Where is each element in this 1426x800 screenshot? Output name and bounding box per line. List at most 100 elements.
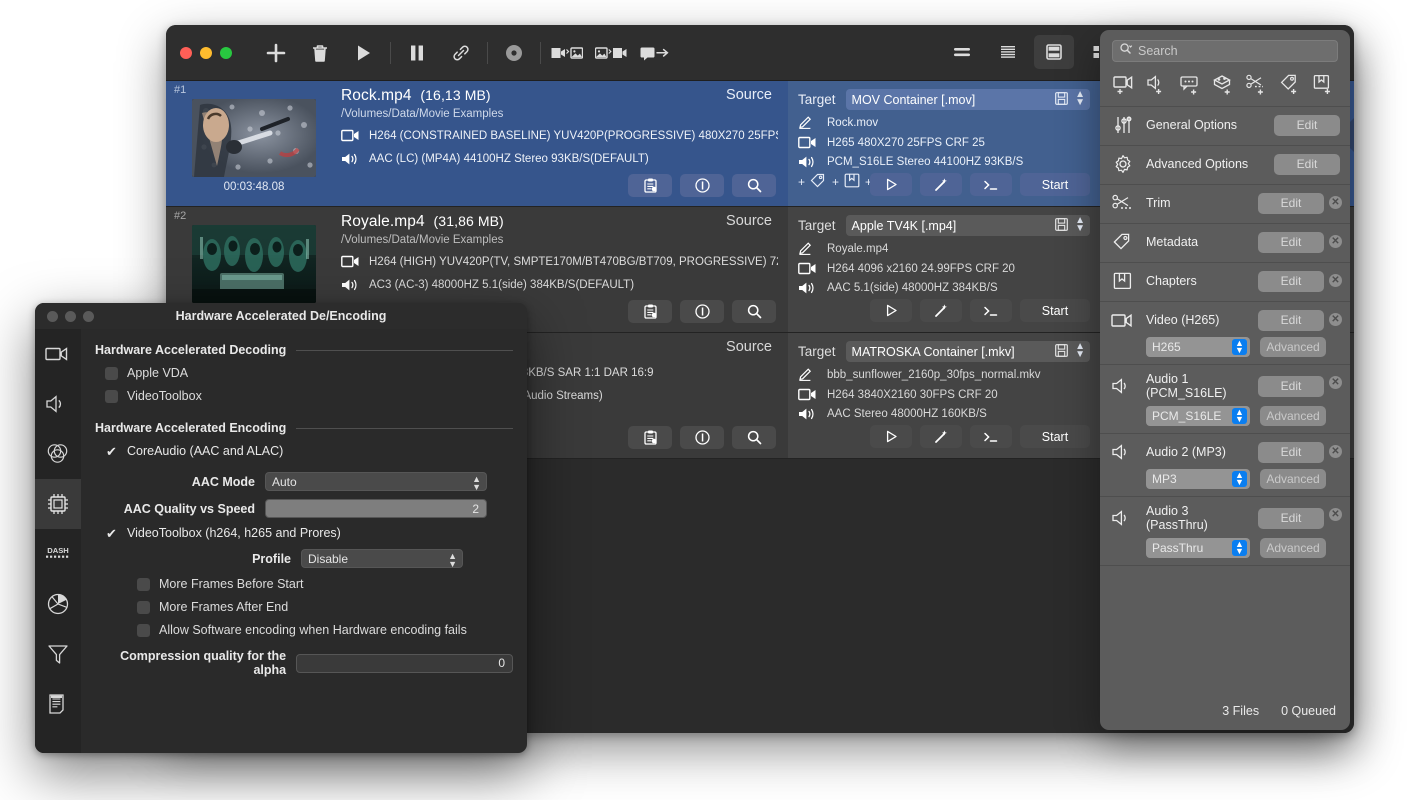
sidebar-item-audio-2[interactable]: Audio 2 (MP3) Edit ✕ MP3 ▲ ▼ Advanced: [1100, 433, 1350, 496]
allow-software-fallback-row[interactable]: Allow Software encoding when Hardware en…: [137, 623, 513, 637]
edit-button[interactable]: Edit: [1258, 231, 1324, 253]
terminal-button[interactable]: [970, 299, 1012, 322]
advanced-button[interactable]: Advanced: [1260, 337, 1326, 357]
preview-button[interactable]: [870, 299, 912, 322]
pie-icon[interactable]: [35, 579, 81, 629]
search-button[interactable]: [732, 174, 776, 197]
wand-button[interactable]: [920, 173, 962, 196]
window-controls[interactable]: [180, 46, 232, 59]
image-to-video-button[interactable]: [589, 35, 633, 71]
record-button[interactable]: [492, 35, 536, 71]
search-button[interactable]: [732, 300, 776, 323]
add-video-icon[interactable]: [1112, 72, 1138, 98]
clipboard-button[interactable]: [628, 426, 672, 449]
subtitle-export-button[interactable]: [633, 35, 677, 71]
sidebar-item-trim[interactable]: Trim Edit ✕: [1100, 184, 1350, 223]
preview-button[interactable]: [870, 425, 912, 448]
info-button[interactable]: [680, 174, 724, 197]
sidebar-item-audio-3[interactable]: Audio 3 (PassThru) Edit ✕ PassThru ▲ ▼ Ad…: [1100, 496, 1350, 565]
apple-vda-checkbox-row[interactable]: Apple VDA: [105, 366, 513, 380]
sidebar-item-chapters[interactable]: Chapters Edit ✕: [1100, 262, 1350, 301]
close-icon[interactable]: ✕: [1329, 196, 1342, 209]
advanced-button[interactable]: Advanced: [1260, 469, 1326, 489]
more-frames-before-row[interactable]: More Frames Before Start: [137, 577, 513, 591]
view-compact-button[interactable]: [942, 35, 982, 69]
sidebar-item-audio-1[interactable]: Audio 1 (PCM_S16LE) Edit ✕ PCM_S16LE ▲ ▼ …: [1100, 364, 1350, 433]
play-button[interactable]: [342, 35, 386, 71]
log-icon[interactable]: [35, 679, 81, 729]
stepper-icon[interactable]: ▲ ▼: [1232, 339, 1247, 355]
terminal-button[interactable]: [970, 173, 1012, 196]
clipboard-button[interactable]: [628, 174, 672, 197]
save-icon[interactable]: [1055, 92, 1068, 110]
edit-button[interactable]: Edit: [1258, 375, 1324, 397]
stepper-icon[interactable]: ▲ ▼: [1232, 540, 1247, 556]
checkbox[interactable]: [105, 366, 118, 380]
advanced-button[interactable]: Advanced: [1260, 406, 1326, 426]
audio-icon[interactable]: [35, 379, 81, 429]
checkbox[interactable]: [105, 389, 118, 403]
view-detail-button[interactable]: [1034, 35, 1074, 69]
audio-3-codec-select[interactable]: PassThru ▲ ▼: [1146, 538, 1250, 558]
coreaudio-checkbox-row[interactable]: ✔ CoreAudio (AAC and ALAC): [105, 444, 513, 458]
add-attachment-icon[interactable]: [1212, 72, 1238, 98]
alpha-field[interactable]: 0: [296, 653, 513, 673]
edit-button[interactable]: Edit: [1258, 192, 1324, 214]
add-chapters-icon[interactable]: [844, 173, 860, 191]
edit-button[interactable]: Edit: [1274, 153, 1340, 175]
add-button[interactable]: [254, 35, 298, 71]
videotoolbox-encode-checkbox-row[interactable]: ✔ VideoToolbox (h264, h265 and Prores): [105, 526, 513, 540]
more-frames-after-row[interactable]: More Frames After End: [137, 600, 513, 614]
advanced-button[interactable]: Advanced: [1260, 538, 1326, 558]
maximize-button[interactable]: [220, 46, 232, 59]
stepper-icon[interactable]: ▲ ▼: [1075, 342, 1085, 360]
container-select[interactable]: MOV Container [.mov] ▲ ▼: [845, 89, 1090, 110]
clipboard-button[interactable]: [628, 300, 672, 323]
link-button[interactable]: [439, 35, 483, 71]
view-list-button[interactable]: [988, 35, 1028, 69]
checkbox[interactable]: [137, 623, 150, 637]
add-metadata-icon[interactable]: [810, 173, 827, 191]
edit-button[interactable]: Edit: [1258, 309, 1324, 331]
save-icon[interactable]: [1055, 344, 1068, 362]
sidebar-item-metadata[interactable]: Metadata Edit ✕: [1100, 223, 1350, 262]
edit-button[interactable]: Edit: [1258, 270, 1324, 292]
sidebar-item-advanced-options[interactable]: Advanced Options Edit: [1100, 145, 1350, 184]
start-button[interactable]: Start: [1020, 425, 1090, 448]
checkbox[interactable]: ✔: [105, 527, 118, 540]
container-select[interactable]: Apple TV4K [.mp4] ▲ ▼: [845, 215, 1090, 236]
video-to-image-button[interactable]: [545, 35, 589, 71]
pause-button[interactable]: [395, 35, 439, 71]
stepper-icon[interactable]: ▲ ▼: [1075, 216, 1085, 234]
audio-2-codec-select[interactable]: MP3 ▲ ▼: [1146, 469, 1250, 489]
stepper-icon[interactable]: ▲ ▼: [448, 550, 457, 569]
profile-select[interactable]: Disable ▲ ▼: [301, 549, 463, 569]
dash-icon[interactable]: DASH: [35, 529, 81, 579]
audio-1-codec-select[interactable]: PCM_S16LE ▲ ▼: [1146, 406, 1250, 426]
aac-quality-field[interactable]: 2: [265, 499, 487, 518]
funnel-icon[interactable]: [35, 629, 81, 679]
stepper-icon[interactable]: ▲ ▼: [1232, 408, 1247, 424]
close-icon[interactable]: ✕: [1329, 235, 1342, 248]
add-audio-icon[interactable]: [1145, 72, 1171, 98]
add-chapters-icon[interactable]: [1312, 72, 1338, 98]
info-button[interactable]: [680, 300, 724, 323]
close-icon[interactable]: ✕: [1329, 313, 1342, 326]
close-icon[interactable]: ✕: [1329, 274, 1342, 287]
edit-button[interactable]: Edit: [1258, 507, 1324, 529]
search-button[interactable]: [732, 426, 776, 449]
hardware-chip-icon[interactable]: [35, 479, 81, 529]
preview-button[interactable]: [870, 173, 912, 196]
add-trim-icon[interactable]: [1245, 72, 1271, 98]
container-select[interactable]: MATROSKA Container [.mkv] ▲ ▼: [845, 341, 1090, 362]
sidebar-item-general-options[interactable]: General Options Edit: [1100, 106, 1350, 145]
wand-button[interactable]: [920, 425, 962, 448]
start-button[interactable]: Start: [1020, 173, 1090, 196]
close-icon[interactable]: ✕: [1329, 445, 1342, 458]
terminal-button[interactable]: [970, 425, 1012, 448]
checkbox[interactable]: ✔: [105, 445, 118, 458]
close-icon[interactable]: ✕: [1329, 376, 1342, 389]
stepper-icon[interactable]: ▲ ▼: [1232, 471, 1247, 487]
minimize-button[interactable]: [200, 46, 212, 59]
delete-button[interactable]: [298, 35, 342, 71]
